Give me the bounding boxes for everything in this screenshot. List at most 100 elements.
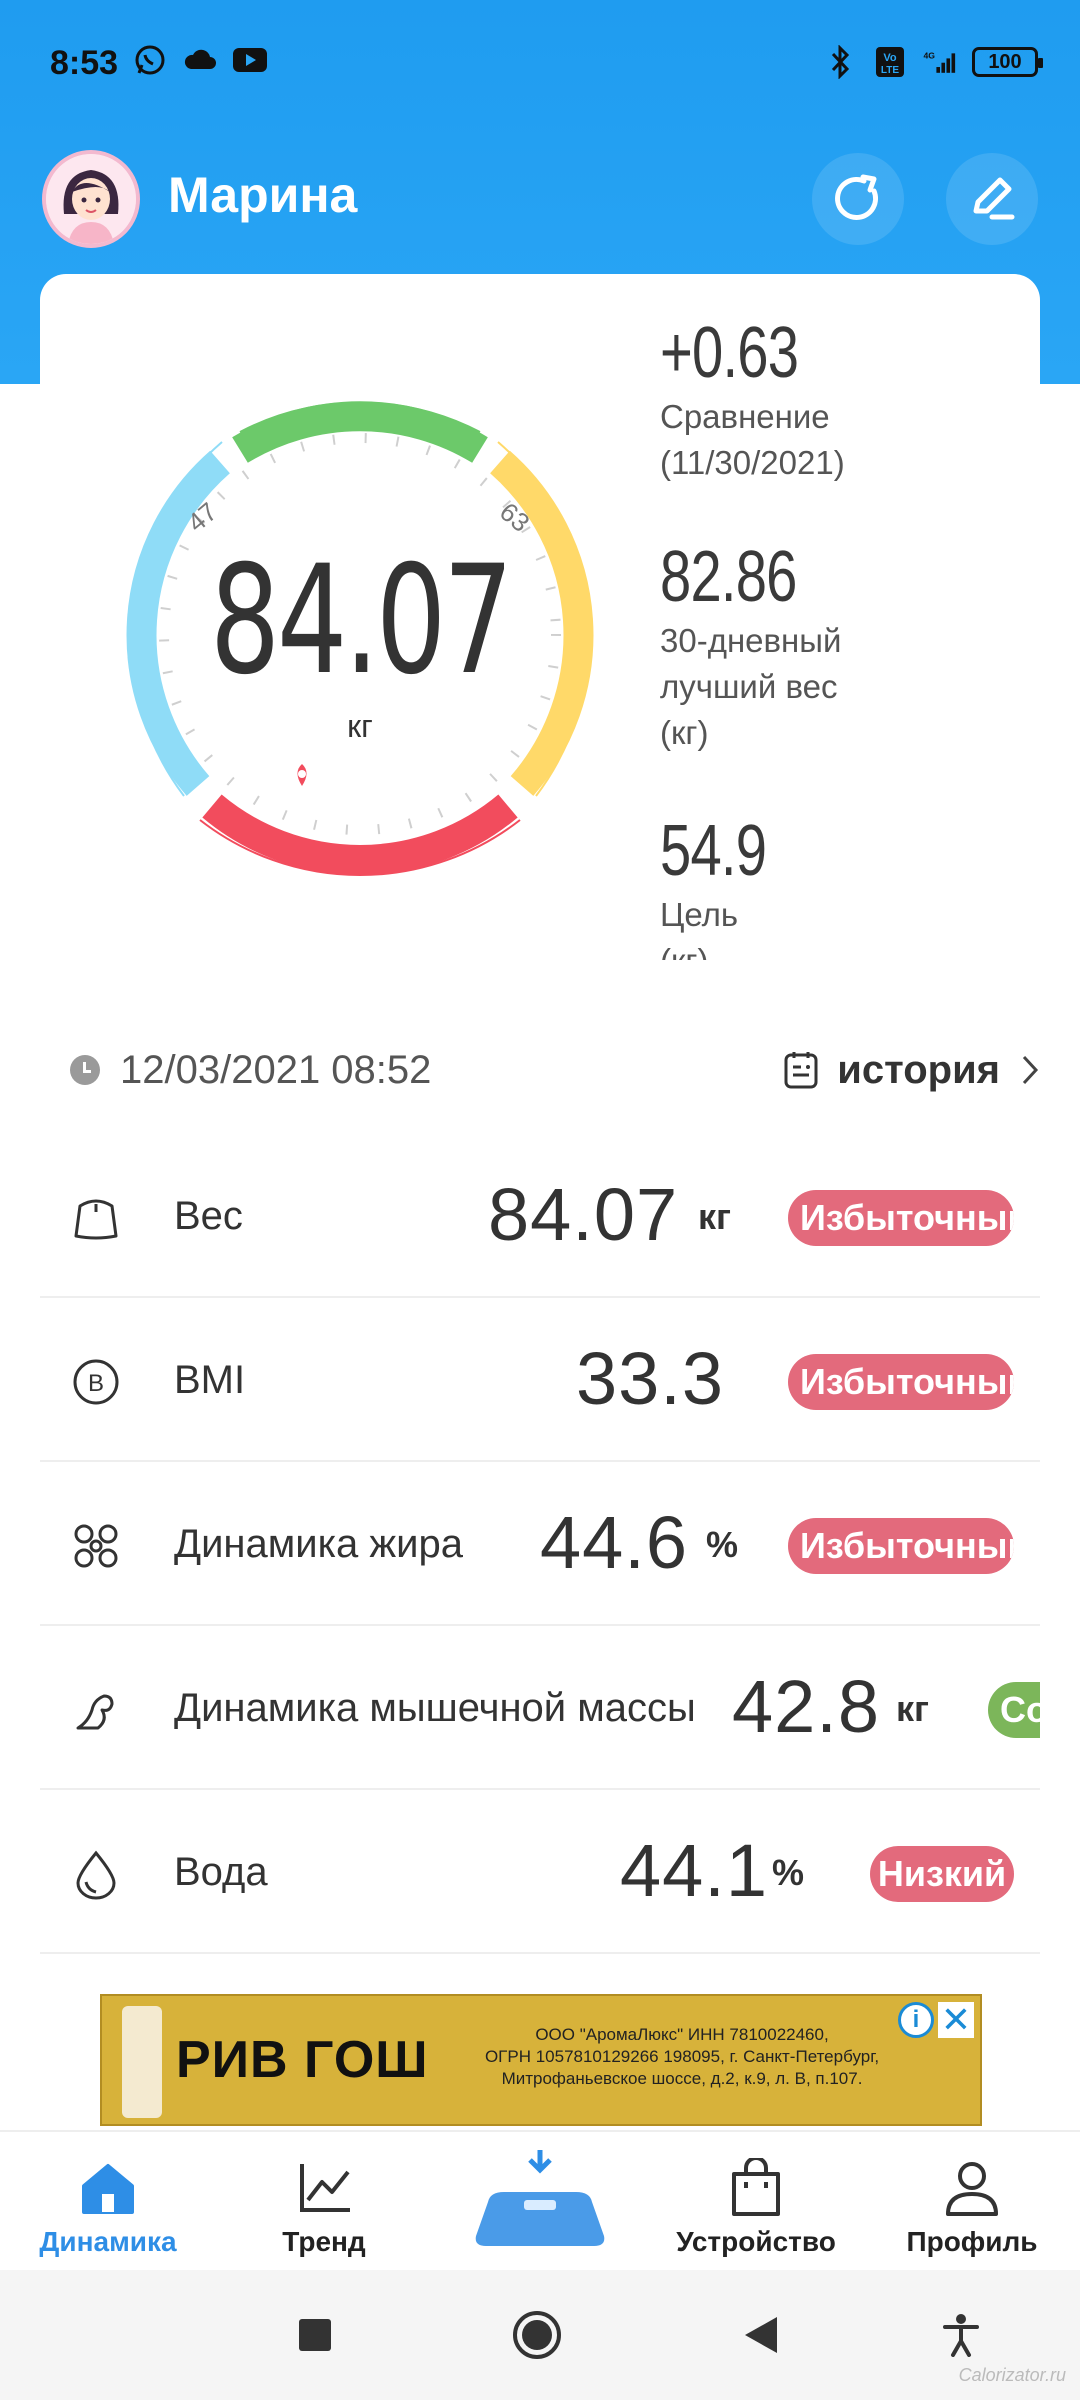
metric-name: Вода xyxy=(174,1850,268,1894)
circle-home-icon xyxy=(513,2311,561,2359)
history-label: история xyxy=(837,1047,1000,1092)
svg-text:4G: 4G xyxy=(923,50,935,60)
weigh-scale-button[interactable] xyxy=(468,2146,612,2256)
volte-icon: Vo LTE xyxy=(872,44,908,80)
scale-weight-icon xyxy=(68,1190,124,1246)
ad-text-line: Митрофаньевское шоссе, д.2, к.9, л. В, п… xyxy=(501,2069,863,2088)
status-bar: 8:53 Vo LTE 4G 100 xyxy=(0,0,1080,130)
stat-goal-value: 54.9 xyxy=(660,811,767,891)
current-weight-unit: кг xyxy=(347,708,373,744)
nav-profile[interactable]: Профиль xyxy=(872,2132,1072,2272)
scale-icon xyxy=(475,2150,605,2246)
youtube-icon xyxy=(232,42,268,78)
person-icon xyxy=(946,2162,998,2216)
svg-text:LTE: LTE xyxy=(881,65,899,76)
ad-brand: РИВ ГОШ xyxy=(176,2031,429,2089)
gauge-marker-icon xyxy=(297,764,307,786)
metric-value: 33.3 xyxy=(576,1337,725,1420)
metric-value: 42.8 xyxy=(732,1665,881,1748)
water-drop-icon xyxy=(68,1846,124,1902)
home-icon xyxy=(82,2164,134,2214)
system-navigation-bar: Calorizator.ru xyxy=(0,2270,1080,2400)
history-document-icon xyxy=(784,1052,818,1089)
metric-unit: кг xyxy=(896,1688,930,1729)
metric-unit: % xyxy=(706,1524,739,1565)
home-button[interactable] xyxy=(512,2310,562,2360)
metric-name: Вес xyxy=(174,1194,243,1238)
svg-text:Vo: Vo xyxy=(883,52,897,64)
status-badge: Совер xyxy=(988,1682,1040,1738)
square-icon xyxy=(299,2319,331,2351)
history-link[interactable]: история xyxy=(783,1040,1040,1100)
avatar-girl-icon xyxy=(46,154,136,244)
weight-gauge: 47 63 84.07 кг xyxy=(80,354,640,914)
metric-unit: кг xyxy=(698,1196,732,1237)
ad-text: ООО "АромаЛюкс" ИНН 7810022460, ОГРН 105… xyxy=(442,2024,922,2090)
status-notification-icons xyxy=(132,42,268,78)
status-badge: Избыточный xyxy=(788,1518,1014,1574)
clock-icon xyxy=(70,1055,100,1085)
sync-button[interactable] xyxy=(812,153,904,245)
triangle-back-icon xyxy=(745,2317,777,2353)
stat-comparison-value: +0.63 xyxy=(660,313,799,393)
edit-button[interactable] xyxy=(946,153,1038,245)
stat-goal-label-1: Цель xyxy=(660,896,739,933)
status-badge: Избыточный xyxy=(788,1354,1014,1410)
battery-level: 100 xyxy=(988,50,1022,73)
user-name[interactable]: Марина xyxy=(168,166,357,224)
fat-icon xyxy=(68,1518,124,1574)
ad-text-line: ООО "АромаЛюкс" ИНН 7810022460, xyxy=(535,2025,829,2044)
nav-device[interactable]: Устройство xyxy=(656,2132,856,2272)
nav-label: Тренд xyxy=(282,2226,366,2257)
metric-name: BMI xyxy=(174,1358,246,1402)
status-badge: Низкий xyxy=(870,1846,1014,1902)
recents-button[interactable] xyxy=(290,2310,340,2360)
measurement-row: 12/03/2021 08:52 история xyxy=(70,1040,1040,1100)
watermark: Calorizator.ru xyxy=(958,2365,1066,2385)
bmi-icon: B xyxy=(68,1354,124,1410)
back-button[interactable] xyxy=(736,2310,786,2360)
metric-value: 84.07 xyxy=(488,1173,679,1256)
signal-4g-icon: 4G xyxy=(922,44,958,80)
metric-value: 44.1 xyxy=(620,1829,769,1912)
accessibility-button[interactable] xyxy=(936,2310,986,2360)
stat-best-weight-label-2: лучший вес xyxy=(660,668,838,705)
nav-label: Устройство xyxy=(676,2226,836,2257)
metric-row-weight[interactable]: Вес 84.07 кг Избыточный xyxy=(40,1134,1040,1298)
nav-dynamics[interactable]: Динамика xyxy=(8,2132,208,2272)
ad-text-line: ОГРН 1057810129266 198095, г. Санкт-Пете… xyxy=(484,2047,880,2066)
trend-chart-icon xyxy=(300,2164,350,2212)
measurement-datetime: 12/03/2021 08:52 xyxy=(120,1047,432,1092)
ad-banner[interactable]: РИВ ГОШ ООО "АромаЛюкс" ИНН 7810022460, … xyxy=(100,1994,982,2126)
metric-row-bmi[interactable]: B BMI 33.3 Избыточный xyxy=(40,1298,1040,1462)
svg-text:B: B xyxy=(88,1370,104,1397)
metric-row-water[interactable]: Вода 44.1 % Низкий xyxy=(40,1790,1040,1954)
metric-name: Динамика жира xyxy=(174,1522,463,1566)
chevron-right-icon xyxy=(1022,1055,1039,1085)
nav-label: Профиль xyxy=(906,2226,1038,2257)
ad-close-button[interactable]: ✕ xyxy=(938,1999,974,2040)
metric-unit: % xyxy=(772,1852,805,1893)
status-badge: Избыточный xyxy=(788,1190,1014,1246)
stat-best-weight: 82.86 30-дневный лучший вес (кг) xyxy=(660,536,841,756)
stat-best-weight-label-3: (кг) xyxy=(660,714,709,751)
metric-name: Динамика мышечной массы xyxy=(174,1686,696,1730)
stat-comparison: +0.63 Сравнение (11/30/2021) xyxy=(660,312,845,486)
battery-indicator: 100 xyxy=(972,47,1043,77)
metric-row-muscle[interactable]: Динамика мышечной массы 42.8 кг Совер xyxy=(40,1626,1040,1790)
stat-goal: 54.9 Цель (кг) xyxy=(660,810,796,960)
stat-best-weight-label-1: 30-дневный xyxy=(660,622,842,659)
ad-info-button[interactable]: i xyxy=(898,2002,934,2038)
metric-row-fat[interactable]: Динамика жира 44.6 % Избыточный xyxy=(40,1462,1040,1626)
bluetooth-icon xyxy=(822,44,858,80)
nav-trend[interactable]: Тренд xyxy=(224,2132,424,2272)
avatar[interactable] xyxy=(42,150,140,248)
pencil-icon xyxy=(973,177,1015,220)
current-weight-value: 84.07 xyxy=(209,534,514,708)
whatsapp-icon xyxy=(132,42,168,78)
muscle-icon xyxy=(68,1682,124,1738)
metric-value: 44.6 xyxy=(540,1501,689,1584)
status-system-icons: Vo LTE 4G 100 xyxy=(822,44,1043,80)
accessibility-icon xyxy=(943,2314,979,2357)
status-time: 8:53 xyxy=(50,44,119,82)
